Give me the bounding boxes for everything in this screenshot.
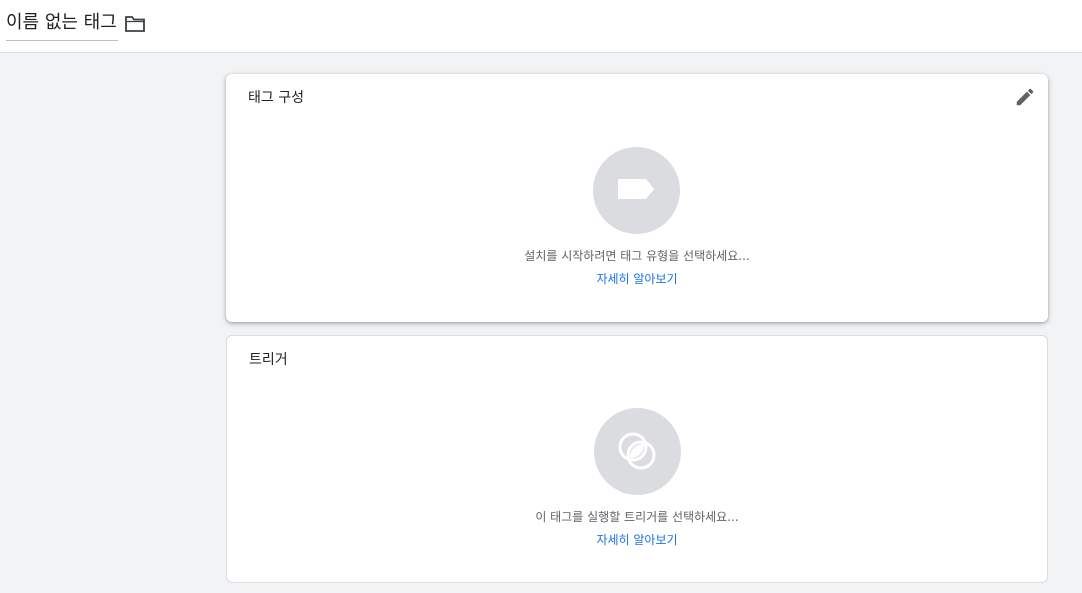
- trigger-title: 트리거: [249, 352, 288, 368]
- folder-icon[interactable]: [124, 15, 146, 33]
- learn-more-link[interactable]: 자세히 알아보기: [227, 532, 1047, 548]
- tag-configuration-title: 태그 구성: [248, 90, 304, 106]
- tag-name-field[interactable]: 이름 없는 태그: [6, 10, 118, 41]
- trigger-placeholder[interactable]: [594, 408, 681, 495]
- tag-type-placeholder[interactable]: [593, 147, 680, 234]
- trigger-hint: 이 태그를 실행할 트리거를 선택하세요...: [535, 510, 739, 524]
- learn-more-link[interactable]: 자세히 알아보기: [226, 271, 1048, 287]
- pencil-icon[interactable]: [1014, 86, 1036, 108]
- trigger-card[interactable]: 트리거 이 태그를 실행할 트리거를 선택하세요... 자세히 알아보기: [226, 335, 1048, 583]
- tag-configuration-card[interactable]: 태그 구성 설치를 시작하려면 태그 유형을 선택하세요... 자세히 알아보기: [226, 74, 1048, 322]
- tag-type-hint: 설치를 시작하려면 태그 유형을 선택하세요...: [524, 249, 750, 263]
- top-bar: 이름 없는 태그: [0, 0, 1082, 53]
